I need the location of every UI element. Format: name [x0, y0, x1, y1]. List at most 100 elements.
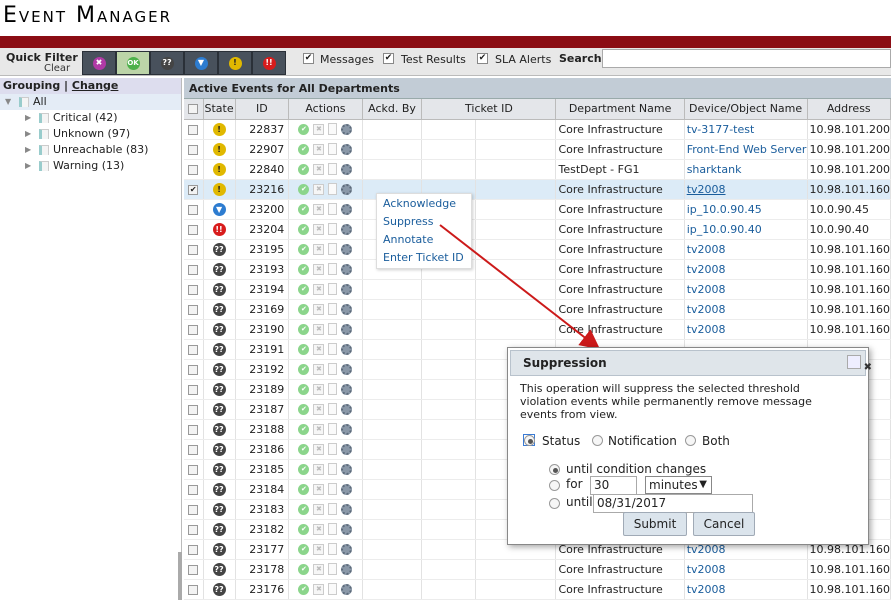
duration-unit-select[interactable]: minutes ▼	[645, 476, 712, 494]
note-icon[interactable]	[328, 483, 338, 495]
device-link[interactable]: tv2008	[687, 583, 726, 596]
row-checkbox[interactable]	[188, 224, 199, 235]
row-checkbox[interactable]	[188, 304, 199, 315]
expand-right-icon[interactable]: ▶	[25, 142, 31, 158]
filter-button-x[interactable]: ✖	[82, 51, 116, 75]
row-checkbox[interactable]	[188, 424, 199, 435]
note-icon[interactable]	[328, 563, 338, 575]
column-header-actions[interactable]: Actions	[288, 99, 363, 120]
expand-right-icon[interactable]: ▶	[25, 126, 31, 142]
grouping-change-link[interactable]: Change	[72, 79, 119, 92]
row-checkbox[interactable]	[188, 564, 199, 575]
note-icon[interactable]	[328, 123, 338, 135]
table-row[interactable]: ?? 23193 ✔ ✖ Core Infrastructure tv2008 10.98.…	[184, 259, 891, 280]
column-header-device-object-name[interactable]: Device/Object Name	[684, 99, 808, 120]
row-checkbox[interactable]	[188, 504, 199, 515]
note-icon[interactable]	[328, 403, 338, 415]
table-row[interactable]: ?? 23195 ✔ ✖ Core Infrastructure tv2008 10.98.…	[184, 239, 891, 260]
row-checkbox[interactable]	[188, 164, 199, 175]
table-row[interactable]: ▼ 23200 ✔ ✖ Core Infrastructure ip_10.0.90.45…	[184, 199, 891, 220]
tree-item[interactable]: ▶ Warning (13)	[0, 158, 181, 174]
row-checkbox[interactable]	[188, 544, 199, 555]
row-checkbox[interactable]	[188, 484, 199, 495]
gear-icon[interactable]	[341, 303, 353, 315]
row-checkbox[interactable]	[188, 384, 199, 395]
clear-icon[interactable]: ✖	[313, 463, 325, 475]
acknowledge-icon[interactable]: ✔	[298, 343, 310, 355]
table-row[interactable]: ?? 23194 ✔ ✖ Core Infrastructure tv2008 10.98.…	[184, 279, 891, 300]
sla-alerts-checkbox[interactable]: ✔	[477, 53, 488, 64]
device-link[interactable]: tv2008	[687, 183, 726, 196]
close-icon[interactable]: ✖	[864, 362, 872, 373]
row-checkbox[interactable]	[188, 404, 199, 415]
note-icon[interactable]	[328, 263, 338, 275]
note-icon[interactable]	[328, 183, 338, 195]
clear-icon[interactable]: ✖	[313, 503, 325, 515]
column-header-ackd-by[interactable]: Ackd. By	[362, 99, 423, 120]
column-header-state[interactable]: State	[203, 99, 236, 120]
gear-icon[interactable]	[341, 283, 353, 295]
clear-icon[interactable]: ✖	[313, 343, 325, 355]
menu-item-enter-ticket-id[interactable]: Enter Ticket ID	[383, 251, 464, 264]
note-icon[interactable]	[328, 443, 338, 455]
acknowledge-icon[interactable]: ✔	[298, 583, 310, 595]
acknowledge-icon[interactable]: ✔	[298, 203, 310, 215]
duration-input[interactable]: 30	[590, 476, 637, 495]
tree-item[interactable]: ▶ Critical (42)	[0, 110, 181, 126]
device-link[interactable]: tv2008	[687, 243, 726, 256]
acknowledge-icon[interactable]: ✔	[298, 123, 310, 135]
device-link[interactable]: tv2008	[687, 323, 726, 336]
menu-item-acknowledge[interactable]: Acknowledge	[383, 197, 456, 210]
search-input[interactable]	[602, 49, 891, 68]
gear-icon[interactable]	[341, 483, 353, 495]
acknowledge-icon[interactable]: ✔	[298, 563, 310, 575]
gear-icon[interactable]	[341, 543, 353, 555]
table-row[interactable]: ?? 23178 ✔ ✖ Core Infrastructure tv2008 10.98.…	[184, 559, 891, 580]
acknowledge-icon[interactable]: ✔	[298, 403, 310, 415]
expand-down-icon[interactable]: ▼	[5, 94, 11, 110]
column-header-address[interactable]: Address	[807, 99, 891, 120]
expand-right-icon[interactable]: ▶	[25, 158, 31, 174]
table-row[interactable]: !! 23204 ✔ ✖ Core Infrastructure ip_10.0.90.4…	[184, 219, 891, 240]
gear-icon[interactable]	[341, 263, 353, 275]
table-row[interactable]: ?? 23190 ✔ ✖ Core Infrastructure tv2008 10.98.…	[184, 319, 891, 340]
row-checkbox[interactable]	[188, 284, 199, 295]
note-icon[interactable]	[328, 363, 338, 375]
clear-icon[interactable]: ✖	[313, 223, 325, 235]
row-checkbox[interactable]: ✔	[188, 184, 199, 195]
clear-icon[interactable]: ✖	[313, 163, 325, 175]
device-link[interactable]: Front-End Web Server	[687, 143, 806, 156]
acknowledge-icon[interactable]: ✔	[298, 243, 310, 255]
table-row[interactable]: ✔! 23216 ✔ ✖ Core Infrastructure tv2008 10.98.…	[184, 179, 891, 200]
clear-icon[interactable]: ✖	[313, 303, 325, 315]
clear-icon[interactable]: ✖	[313, 483, 325, 495]
acknowledge-icon[interactable]: ✔	[298, 283, 310, 295]
acknowledge-icon[interactable]: ✔	[298, 483, 310, 495]
row-checkbox[interactable]	[188, 524, 199, 535]
gear-icon[interactable]	[341, 243, 353, 255]
menu-item-annotate[interactable]: Annotate	[383, 233, 433, 246]
select-all-checkbox[interactable]	[188, 104, 199, 115]
row-checkbox[interactable]	[188, 144, 199, 155]
clear-icon[interactable]: ✖	[313, 403, 325, 415]
acknowledge-icon[interactable]: ✔	[298, 463, 310, 475]
acknowledge-icon[interactable]: ✔	[298, 183, 310, 195]
acknowledge-icon[interactable]: ✔	[298, 423, 310, 435]
gear-icon[interactable]	[341, 163, 353, 175]
gear-icon[interactable]	[341, 223, 353, 235]
gear-icon[interactable]	[341, 343, 353, 355]
tree-item[interactable]: ▶ Unknown (97)	[0, 126, 181, 142]
table-row[interactable]: ! 22840 ✔ ✖ TestDept - FG1 sharktank 10.98.101…	[184, 159, 891, 180]
gear-icon[interactable]	[341, 563, 353, 575]
tree-item[interactable]: ▼ All	[0, 94, 181, 110]
note-icon[interactable]	[328, 523, 338, 535]
radio-until-condition[interactable]	[549, 464, 560, 475]
row-checkbox[interactable]	[188, 264, 199, 275]
device-link[interactable]: tv2008	[687, 263, 726, 276]
clear-icon[interactable]: ✖	[313, 183, 325, 195]
row-checkbox[interactable]	[188, 244, 199, 255]
note-icon[interactable]	[328, 383, 338, 395]
column-header-id[interactable]: ID	[235, 99, 290, 120]
note-icon[interactable]	[328, 543, 338, 555]
note-icon[interactable]	[328, 463, 338, 475]
